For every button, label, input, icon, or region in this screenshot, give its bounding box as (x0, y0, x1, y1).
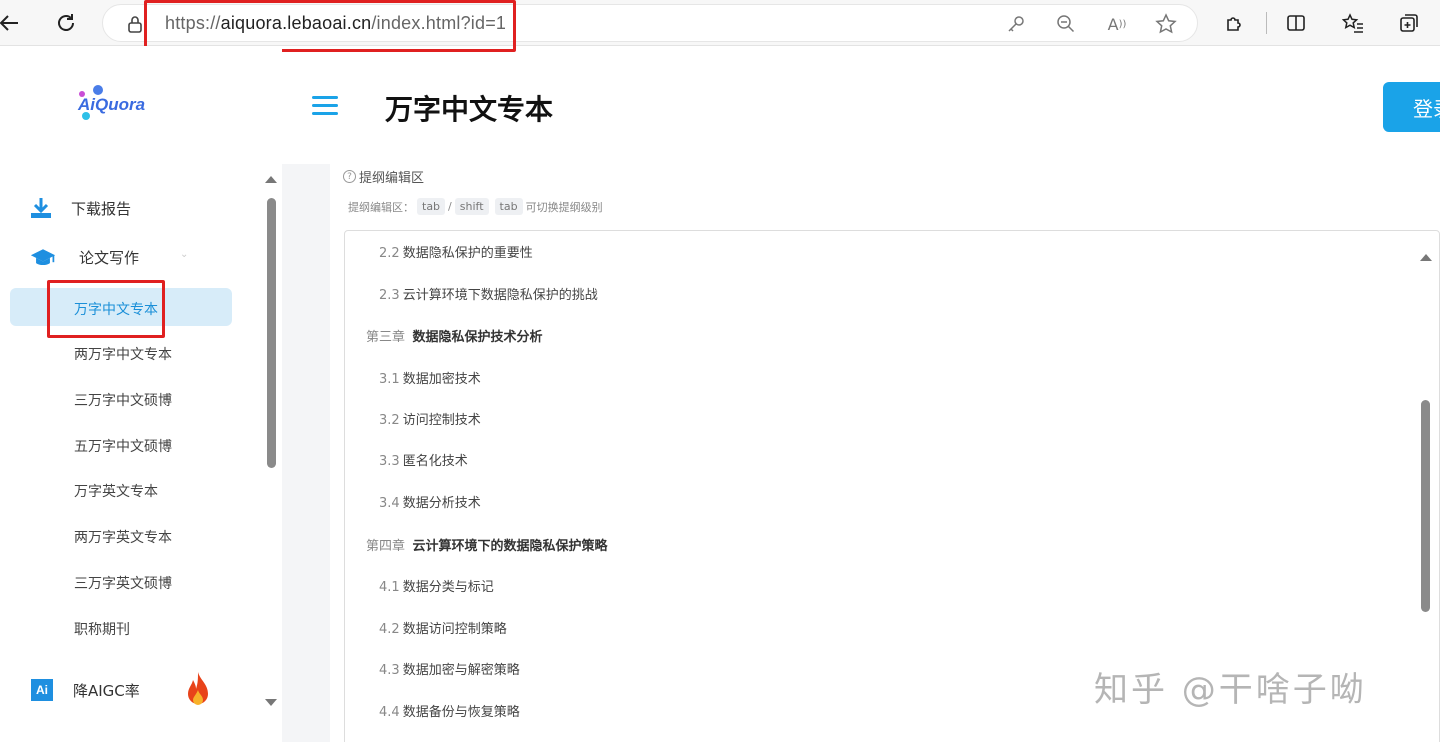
question-mark-icon[interactable]: ? (343, 170, 356, 183)
sub-item-journal[interactable]: 职称期刊 (74, 619, 130, 639)
kbd-tab-2: tab (494, 198, 523, 215)
sub-item-30k-en[interactable]: 三万字英文硕博 (74, 573, 172, 593)
favorites-list-icon[interactable] (1340, 10, 1366, 36)
sub-item-20k-en[interactable]: 两万字英文专本 (74, 527, 172, 547)
zhihu-watermark: 知乎 @干啥子呦 (1094, 670, 1367, 710)
outline-editor-heading: ? 提纲编辑区 (343, 167, 424, 186)
outline-scrollbar[interactable] (1418, 246, 1434, 742)
sidebar-highlight-box (47, 280, 165, 338)
key-icon[interactable] (1005, 13, 1027, 35)
outline-chapter[interactable]: 第四章 云计算环境下的数据隐私保护策略 (366, 535, 608, 554)
outline-item[interactable]: 3.3 匿名化技术 (379, 450, 468, 469)
url-highlight-box (144, 0, 516, 52)
outline-item[interactable]: 2.2 数据隐私保护的重要性 (379, 242, 533, 261)
outline-item[interactable]: 2.3 云计算环境下数据隐私保护的挑战 (379, 284, 598, 303)
outline-item[interactable]: 4.2 数据访问控制策略 (379, 618, 507, 637)
scroll-down-arrow-icon[interactable] (265, 699, 277, 706)
read-aloud-icon[interactable]: A)) (1106, 13, 1128, 35)
kbd-shift: shift (454, 198, 489, 215)
toolbar-divider (1266, 12, 1267, 34)
zoom-out-icon[interactable] (1055, 13, 1077, 35)
outline-item[interactable]: 3.4 数据分析技术 (379, 492, 481, 511)
scroll-up-arrow-icon[interactable] (1420, 254, 1432, 261)
sub-item-50k-cn[interactable]: 五万字中文硕博 (74, 436, 172, 456)
sidebar: AiQuora 下载报告 论文写作 ⌄ 万字中文专本 两万字中文专本 三万字中文… (0, 46, 282, 742)
logo-text: AiQuora (78, 95, 146, 114)
outline-chapter[interactable]: 第三章 数据隐私保护技术分析 (366, 326, 543, 345)
outline-scroll-thumb[interactable] (1421, 400, 1430, 612)
graduation-cap-icon (30, 244, 56, 270)
hint-prefix: 提纲编辑区： (348, 200, 414, 214)
hamburger-menu-icon[interactable] (312, 94, 340, 118)
lock-icon[interactable] (125, 14, 145, 34)
sub-item-10k-en[interactable]: 万字英文专本 (74, 481, 158, 501)
outline-item[interactable]: 4.1 数据分类与标记 (379, 576, 494, 595)
sub-item-30k-cn[interactable]: 三万字中文硕博 (74, 390, 172, 410)
download-icon (28, 195, 54, 221)
outline-item[interactable]: 3.1 数据加密技术 (379, 368, 481, 387)
hint-suffix: 可切换提纲级别 (525, 200, 603, 214)
sidebar-scroll-thumb[interactable] (267, 198, 276, 468)
outline-item[interactable]: 4.3 数据加密与解密策略 (379, 659, 520, 678)
menu-download-report[interactable]: 下载报告 (0, 188, 260, 228)
sidebar-scrollbar[interactable] (262, 176, 278, 706)
menu-thesis-writing[interactable]: 论文写作 ⌄ (0, 237, 260, 277)
refresh-icon[interactable] (51, 8, 81, 38)
back-icon[interactable] (0, 8, 24, 38)
outline-editor-label: 提纲编辑区 (359, 171, 425, 186)
main-content: 万字中文专本 登录 ? 提纲编辑区 提纲编辑区： tab / shift tab… (282, 46, 1440, 742)
collections-icon[interactable] (1396, 10, 1422, 36)
outline-editor-hint: 提纲编辑区： tab / shift tab 可切换提纲级别 (348, 198, 603, 215)
sub-item-20k-cn[interactable]: 两万字中文专本 (74, 344, 172, 364)
split-screen-icon[interactable] (1283, 10, 1309, 36)
fire-icon (186, 670, 210, 710)
aiquora-logo[interactable]: AiQuora (70, 82, 160, 126)
login-button[interactable]: 登录 (1383, 82, 1440, 132)
browser-toolbar: https://aiquora.lebaoai.cn/index.html?id… (0, 0, 1440, 52)
menu-download-label: 下载报告 (71, 199, 132, 218)
menu-reduce-aigc[interactable]: Ai 降AIGC率 (0, 670, 260, 710)
scroll-up-arrow-icon[interactable] (265, 176, 277, 183)
favorite-star-icon[interactable] (1155, 13, 1177, 35)
outline-item[interactable]: 3.2 访问控制技术 (379, 409, 481, 428)
hint-slash: / (448, 200, 452, 213)
chevron-down-icon[interactable]: ⌄ (180, 249, 188, 260)
menu-thesis-label: 论文写作 (79, 248, 140, 267)
ai-badge-icon: Ai (31, 679, 53, 701)
kbd-tab: tab (417, 198, 446, 215)
extensions-icon[interactable] (1222, 10, 1248, 36)
outline-item[interactable]: 4.4 数据备份与恢复策略 (379, 701, 520, 720)
page-title: 万字中文专本 (385, 93, 554, 126)
menu-aigc-label: 降AIGC率 (73, 681, 140, 700)
